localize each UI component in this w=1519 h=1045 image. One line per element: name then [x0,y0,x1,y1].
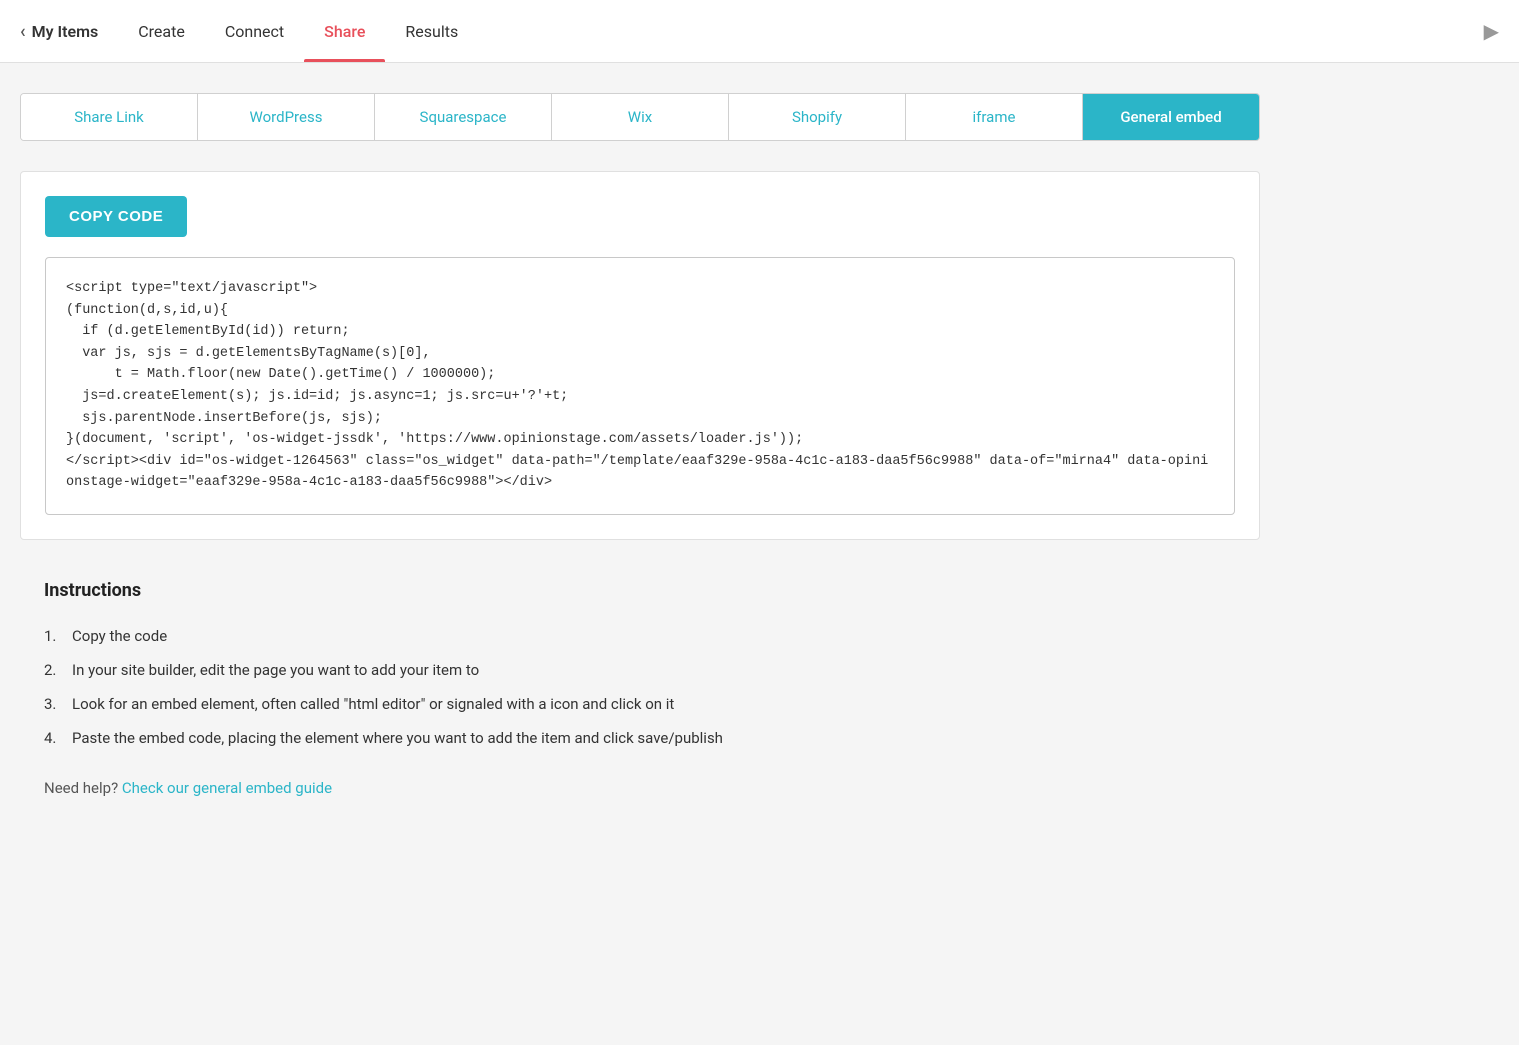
back-label: My Items [32,22,99,41]
embed-code-block[interactable]: <script type="text/javascript"> (functio… [45,257,1235,515]
back-chevron-icon: ‹ [20,21,26,42]
tab-wordpress[interactable]: WordPress [198,94,375,140]
back-link[interactable]: ‹ My Items [20,21,98,42]
nav-tab-connect[interactable]: Connect [205,0,304,62]
cursor-icon: ▶ [1484,19,1499,43]
tab-share-link[interactable]: Share Link [21,94,198,140]
tab-general-embed[interactable]: General embed [1083,94,1259,140]
nav-items: ‹ My Items Create Connect Share Results [20,0,478,62]
nav-tab-share[interactable]: Share [304,0,385,62]
nav-right: ▶ [1484,19,1499,43]
instruction-step-1: 1. Copy the code [44,619,1236,653]
nav-tab-create[interactable]: Create [118,0,205,62]
tab-shopify[interactable]: Shopify [729,94,906,140]
main-content: Share Link WordPress Squarespace Wix Sho… [0,63,1280,847]
tab-wix[interactable]: Wix [552,94,729,140]
instructions-title: Instructions [44,580,1236,601]
help-link[interactable]: Check our general embed guide [122,779,332,797]
embed-tab-bar: Share Link WordPress Squarespace Wix Sho… [20,93,1260,141]
instructions-section: Instructions 1. Copy the code 2. In your… [20,560,1260,827]
tab-squarespace[interactable]: Squarespace [375,94,552,140]
instruction-step-3: 3. Look for an embed element, often call… [44,687,1236,721]
tab-iframe[interactable]: iframe [906,94,1083,140]
instruction-step-4: 4. Paste the embed code, placing the ele… [44,721,1236,755]
help-text: Need help? Check our general embed guide [44,779,1236,797]
instructions-list: 1. Copy the code 2. In your site builder… [44,619,1236,755]
copy-code-section: COPY CODE <script type="text/javascript"… [20,171,1260,540]
copy-code-button[interactable]: COPY CODE [45,196,187,237]
top-nav: ‹ My Items Create Connect Share Results … [0,0,1519,63]
instruction-step-2: 2. In your site builder, edit the page y… [44,653,1236,687]
nav-tab-results[interactable]: Results [385,0,478,62]
